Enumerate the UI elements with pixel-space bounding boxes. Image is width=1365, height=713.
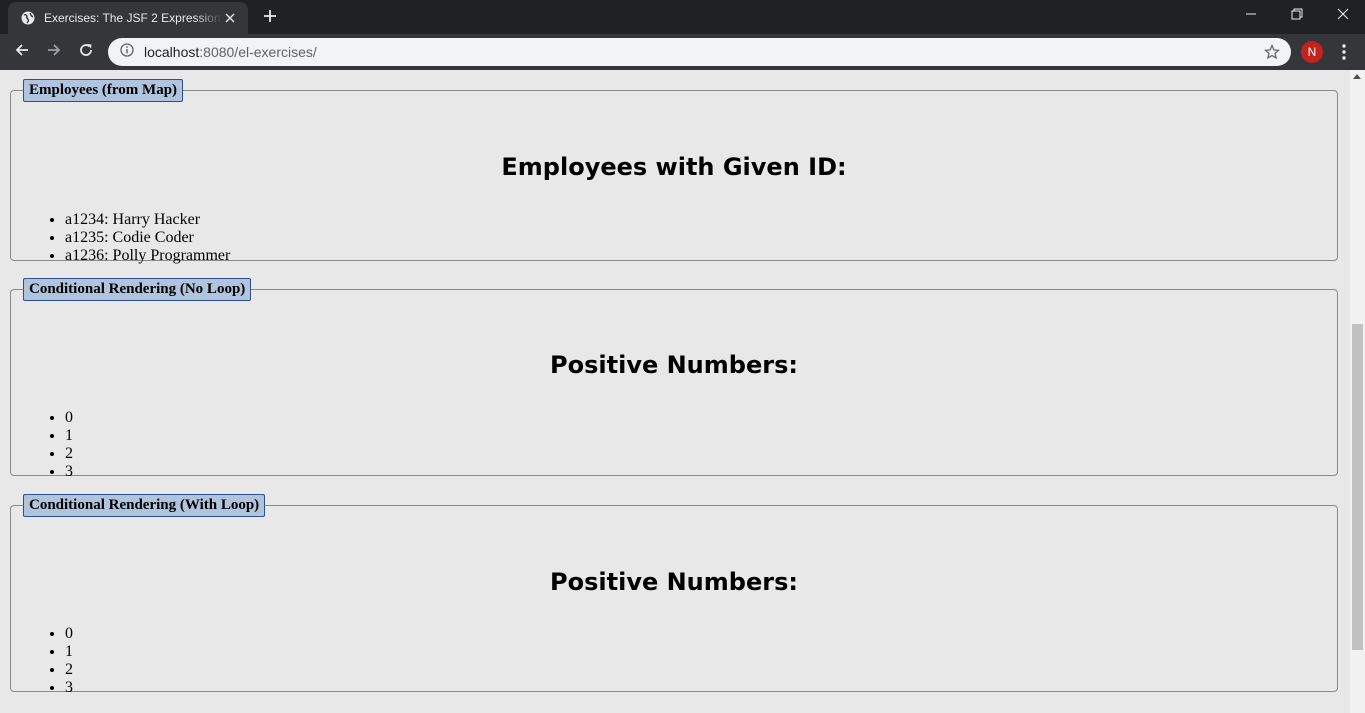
globe-icon xyxy=(20,10,36,26)
list-item: 3 xyxy=(65,679,73,697)
restore-button[interactable] xyxy=(1274,0,1320,32)
panel-heading: Positive Numbers: xyxy=(550,351,798,379)
list-item: 1 xyxy=(65,427,73,445)
list-item: 2 xyxy=(65,445,73,463)
list-item: 0 xyxy=(65,409,73,427)
reload-button[interactable] xyxy=(72,38,100,66)
list-item: a1236: Polly Programmer xyxy=(65,247,230,265)
number-list: 0 1 2 3 xyxy=(25,409,73,481)
url-path: :8080/el-exercises/ xyxy=(199,44,317,60)
info-icon[interactable] xyxy=(120,42,134,62)
new-tab-button[interactable] xyxy=(259,7,281,29)
panel-legend: Employees (from Map) xyxy=(23,79,184,102)
list-item: 0 xyxy=(65,625,73,643)
back-arrow-icon xyxy=(14,42,30,63)
panel-legend: Conditional Rendering (No Loop) xyxy=(23,278,252,301)
minimize-button[interactable] xyxy=(1228,0,1274,32)
scrollbar-thumb[interactable] xyxy=(1352,324,1363,650)
url-text: localhost:8080/el-exercises/ xyxy=(144,44,317,60)
list-item: a1235: Codie Coder xyxy=(65,229,230,247)
forward-button[interactable] xyxy=(40,38,68,66)
browser-title-bar: Exercises: The JSF 2 Expression Language xyxy=(0,0,1365,34)
tab-title: Exercises: The JSF 2 Expression Language xyxy=(44,11,222,25)
plus-icon xyxy=(263,9,277,28)
restore-icon xyxy=(1291,7,1303,25)
close-window-button[interactable] xyxy=(1320,0,1365,32)
panel-legend: Conditional Rendering (With Loop) xyxy=(23,494,266,517)
forward-arrow-icon xyxy=(46,42,62,63)
conditional-with-loop-panel: Conditional Rendering (With Loop) Positi… xyxy=(10,494,1338,696)
panel-heading: Employees with Given ID: xyxy=(501,153,847,181)
list-item: 3 xyxy=(65,463,73,481)
employees-map-panel: Employees (from Map) Employees with Give… xyxy=(10,79,1338,264)
close-icon[interactable] xyxy=(222,10,238,26)
minimize-icon xyxy=(1245,7,1257,25)
list-item: 2 xyxy=(65,661,73,679)
vertical-scrollbar[interactable] xyxy=(1350,70,1365,713)
address-bar[interactable]: localhost:8080/el-exercises/ xyxy=(108,38,1291,66)
scroll-up-icon[interactable] xyxy=(1353,74,1361,79)
close-window-icon xyxy=(1337,7,1349,25)
list-item: a1234: Harry Hacker xyxy=(65,211,230,229)
kebab-menu-icon[interactable] xyxy=(1333,40,1355,64)
profile-avatar[interactable]: N xyxy=(1301,41,1323,63)
url-host: localhost xyxy=(144,44,200,60)
star-icon[interactable] xyxy=(1263,43,1281,61)
browser-tab[interactable]: Exercises: The JSF 2 Expression Language xyxy=(8,2,248,34)
list-item: 1 xyxy=(65,643,73,661)
browser-toolbar: localhost:8080/el-exercises/ N xyxy=(0,34,1365,70)
reload-icon xyxy=(78,42,94,63)
employee-list: a1234: Harry Hacker a1235: Codie Coder a… xyxy=(25,211,230,265)
panel-heading: Positive Numbers: xyxy=(550,568,798,596)
conditional-no-loop-panel: Conditional Rendering (No Loop) Positive… xyxy=(10,278,1338,480)
number-list: 0 1 2 3 xyxy=(25,625,73,697)
page-viewport: Employees (from Map) Employees with Give… xyxy=(0,70,1365,713)
back-button[interactable] xyxy=(8,38,36,66)
